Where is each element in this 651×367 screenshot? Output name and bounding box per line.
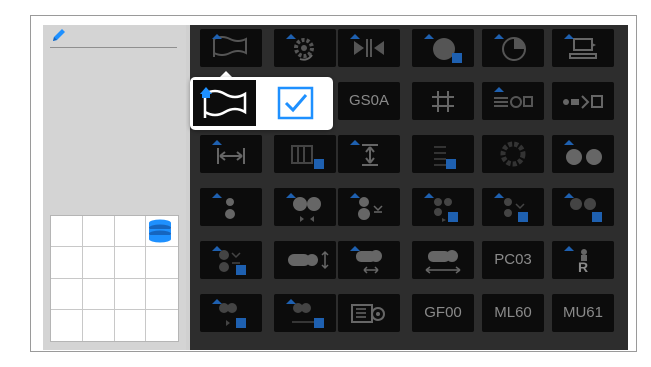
lines-gear-icon[interactable] <box>338 294 400 332</box>
circles-range-icon[interactable] <box>274 294 336 332</box>
pie-chart-icon[interactable] <box>482 29 544 67</box>
grid-cell[interactable] <box>82 216 115 248</box>
grid-cell[interactable] <box>82 278 115 310</box>
monitor-icon[interactable] <box>552 29 614 67</box>
pc03-tile[interactable]: PC03 <box>482 241 544 279</box>
fan-icon[interactable] <box>482 135 544 173</box>
icon-palette: GS0A PC03 R GF00 ML60 MU61 <box>190 25 628 350</box>
sidebar-divider <box>50 47 177 48</box>
vertical-resize-icon[interactable] <box>338 135 400 173</box>
flag-icon[interactable] <box>200 29 262 67</box>
dots-arrows-icon[interactable] <box>552 82 614 120</box>
circles-play-icon[interactable] <box>552 188 614 226</box>
toggle-wide-arrow-icon[interactable] <box>412 241 474 279</box>
grid-cell[interactable] <box>115 309 147 341</box>
columns-icon[interactable] <box>274 135 336 173</box>
gear-refresh-icon[interactable] <box>274 29 336 67</box>
grid-cell[interactable] <box>51 216 83 248</box>
gs0a-tile[interactable]: GS0A <box>338 82 400 120</box>
grid-cell[interactable] <box>146 279 178 310</box>
grid-cell[interactable] <box>51 247 83 279</box>
flag-icon[interactable] <box>193 80 256 126</box>
grid-cell[interactable] <box>83 309 115 341</box>
circle-sort-small-icon[interactable] <box>482 188 544 226</box>
tile-label: MU61 <box>562 304 603 321</box>
tile-label: ML60 <box>494 304 532 321</box>
horizontal-resize-icon[interactable] <box>200 135 262 173</box>
grid-cell[interactable] <box>51 278 83 310</box>
grid-cell[interactable] <box>114 278 147 310</box>
toggle-arrows-icon[interactable] <box>338 241 400 279</box>
circle-icon[interactable] <box>412 29 474 67</box>
gf00-tile[interactable]: GF00 <box>412 294 474 332</box>
grid-cell[interactable] <box>146 310 178 341</box>
tile-label: GS0A <box>348 92 390 109</box>
two-circles-icon[interactable] <box>552 135 614 173</box>
lines-circle-icon[interactable] <box>482 82 544 120</box>
dot-pair-icon[interactable] <box>200 188 262 226</box>
grid-cell[interactable] <box>114 247 147 279</box>
pencil-icon[interactable] <box>51 27 67 43</box>
checkbox[interactable] <box>277 86 315 121</box>
circles-fade-icon[interactable] <box>200 294 262 332</box>
tile-label: PC03 <box>494 251 532 268</box>
ml60-tile[interactable]: ML60 <box>482 294 544 332</box>
grid-cell[interactable] <box>82 247 115 279</box>
circles-split-icon[interactable] <box>274 188 336 226</box>
grid-hash-icon[interactable] <box>412 82 474 120</box>
tile-label: GF00 <box>424 304 462 321</box>
lines-icon[interactable] <box>412 135 474 173</box>
grid-cell[interactable] <box>146 247 178 279</box>
grid-cell[interactable] <box>114 216 147 248</box>
circles-stack-icon[interactable] <box>200 241 262 279</box>
database-icon[interactable] <box>147 219 173 243</box>
r-label: R <box>577 259 589 275</box>
grid-cell[interactable] <box>51 309 83 341</box>
person-r-icon[interactable]: R <box>552 241 614 279</box>
triple-circles-icon[interactable] <box>412 188 474 226</box>
toggle-updown-icon[interactable] <box>274 241 336 279</box>
mu61-tile[interactable]: MU61 <box>552 294 614 332</box>
circles-sort-icon[interactable] <box>338 188 400 226</box>
split-arrows-icon[interactable] <box>338 29 400 67</box>
